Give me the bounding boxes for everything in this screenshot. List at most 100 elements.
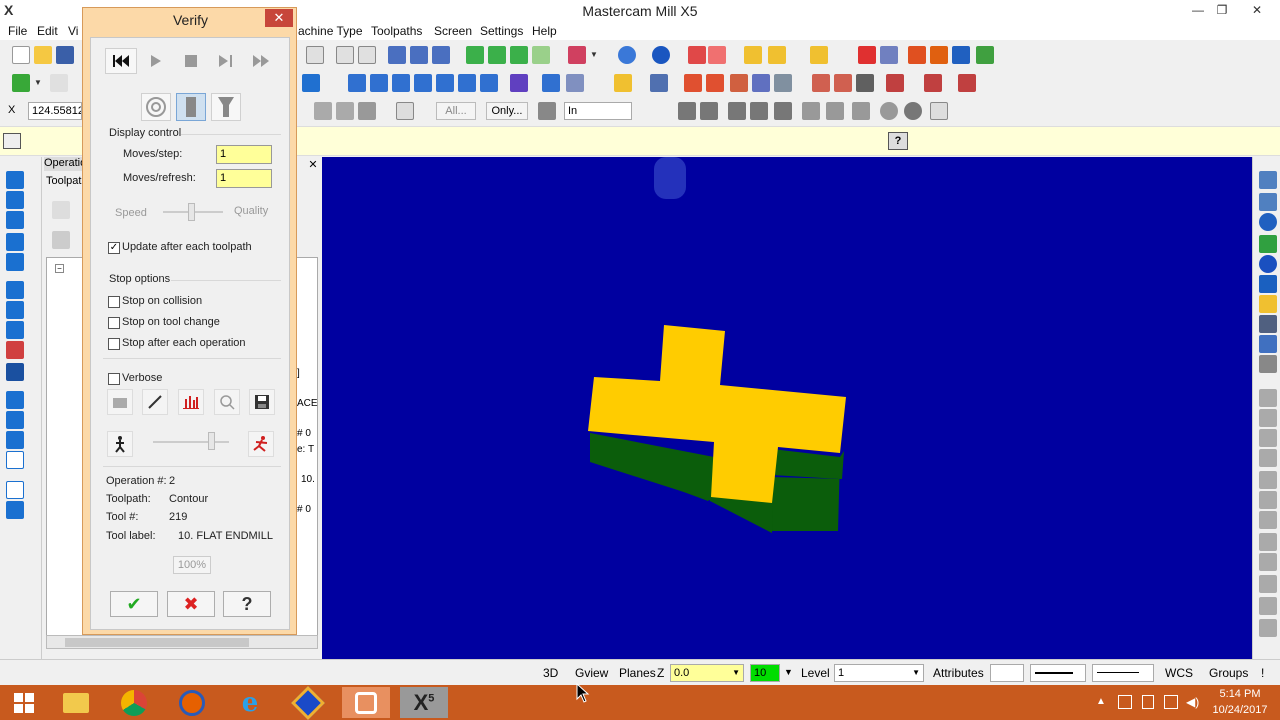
zoom-window-icon[interactable]	[306, 46, 324, 64]
sketch-icon[interactable]	[834, 74, 852, 92]
dialog-close-button[interactable]: ✕	[265, 9, 293, 27]
edge-select-icon[interactable]	[750, 102, 768, 120]
z-depth-input[interactable]: 0.0 ▼	[670, 664, 744, 682]
translate-icon[interactable]	[436, 74, 454, 92]
analyze-icon[interactable]	[810, 46, 828, 64]
windows-start-icon[interactable]	[0, 687, 48, 718]
operations-manager-icon[interactable]	[6, 451, 24, 469]
tool-settings-button[interactable]	[142, 389, 168, 415]
shape-h-icon[interactable]	[1259, 533, 1277, 551]
tool-mode-button[interactable]	[211, 93, 241, 121]
ok-button[interactable]: ✔	[110, 591, 158, 617]
point-style-select[interactable]	[990, 664, 1024, 682]
help-icon[interactable]	[396, 102, 414, 120]
tray-chevron-icon[interactable]: ▲	[1096, 696, 1106, 707]
vertex-select-icon[interactable]	[802, 102, 820, 120]
translucent-icon[interactable]	[532, 46, 550, 64]
file-explorer-icon[interactable]	[52, 687, 100, 718]
close-window-button[interactable]: ✕	[1234, 0, 1280, 20]
zoom-out-icon[interactable]	[358, 46, 376, 64]
step-forward-button[interactable]	[210, 48, 242, 74]
chart-button[interactable]	[178, 389, 204, 415]
stop-collision-checkbox[interactable]	[108, 296, 120, 308]
grid-icon[interactable]	[880, 46, 898, 64]
select-all-ops-icon[interactable]	[52, 201, 70, 219]
tab-operations[interactable]: Operatio	[44, 157, 84, 171]
mastercam-alt-icon[interactable]	[284, 685, 332, 720]
moves-refresh-input[interactable]: 1	[216, 169, 272, 188]
question-arrow-icon[interactable]	[858, 46, 876, 64]
wireframe-icon[interactable]	[488, 46, 506, 64]
selection-type-select[interactable]: In	[564, 102, 632, 120]
shape-c-icon[interactable]	[1259, 429, 1277, 447]
selection-help-icon[interactable]	[930, 102, 948, 120]
drill-icon[interactable]	[6, 211, 24, 229]
internet-explorer-icon[interactable]: e	[226, 687, 274, 718]
tree-expander[interactable]: −	[55, 264, 64, 273]
mastercam-x5-taskbar-icon[interactable]: X5	[400, 687, 448, 718]
contour-icon[interactable]	[6, 191, 24, 209]
view-top-icon[interactable]	[388, 46, 406, 64]
list-icon[interactable]	[706, 74, 724, 92]
render-icon[interactable]	[908, 46, 926, 64]
trim-toolpath-icon[interactable]	[6, 341, 24, 359]
pencil-icon[interactable]	[744, 46, 762, 64]
ribbon-toggle-icon[interactable]	[3, 133, 21, 149]
join-icon[interactable]	[566, 74, 584, 92]
loop-select-icon[interactable]	[826, 102, 844, 120]
material-icon[interactable]	[930, 46, 948, 64]
chevron-down-icon[interactable]: ▼	[912, 665, 920, 681]
verbose-checkbox[interactable]	[108, 373, 120, 385]
solid-select-icon[interactable]	[700, 102, 718, 120]
sphere-icon[interactable]	[652, 46, 670, 64]
gview-button[interactable]: Gview	[570, 664, 613, 682]
clock-date[interactable]: 10/24/2017	[1210, 704, 1270, 716]
select-only-button[interactable]: Only...	[486, 102, 528, 120]
menu-edit[interactable]: Edit	[37, 24, 58, 38]
help-button[interactable]: ?	[223, 591, 271, 617]
chevron-down-icon[interactable]: ▼	[34, 78, 42, 87]
measure-button[interactable]	[214, 389, 240, 415]
chevron-down-icon[interactable]: ▼	[732, 665, 740, 681]
shape-g-icon[interactable]	[1259, 511, 1277, 529]
panel-close-icon[interactable]: ✕	[306, 158, 320, 172]
table-icon[interactable]	[684, 74, 702, 92]
prompt-help-icon[interactable]: ?	[888, 132, 908, 150]
body-select-icon[interactable]	[774, 102, 792, 120]
speed-quality-slider-thumb[interactable]	[188, 203, 195, 221]
sphere-right-icon[interactable]	[1259, 255, 1277, 273]
level-select[interactable]: 1 ▼	[834, 664, 924, 682]
delete-icon[interactable]	[886, 74, 904, 92]
tool-manager-icon[interactable]	[6, 431, 24, 449]
view-3d-button[interactable]: 3D	[538, 664, 563, 682]
pencil-right-icon[interactable]	[1259, 295, 1277, 313]
note-icon[interactable]	[752, 74, 770, 92]
menu-settings[interactable]: Settings	[480, 24, 523, 38]
rotate-icon[interactable]	[370, 74, 388, 92]
facing-icon[interactable]	[6, 253, 24, 271]
wcs-button[interactable]: WCS	[1160, 664, 1198, 682]
face-select-icon[interactable]	[728, 102, 746, 120]
graphics-viewport[interactable]	[322, 157, 1252, 659]
stretch-icon[interactable]	[458, 74, 476, 92]
line-style-select[interactable]	[1030, 664, 1086, 682]
moves-step-input[interactable]: 1	[216, 145, 272, 164]
clear-selection-icon[interactable]	[880, 102, 898, 120]
shape-e-icon[interactable]	[1259, 471, 1277, 489]
line-width-select[interactable]	[1092, 664, 1154, 682]
shape-a-icon[interactable]	[1259, 389, 1277, 407]
new-file-icon[interactable]	[12, 46, 30, 64]
fast-forward-button[interactable]	[245, 48, 277, 74]
maximize-button[interactable]: ❐	[1208, 0, 1236, 20]
dimension-icon[interactable]	[730, 74, 748, 92]
offset-icon[interactable]	[414, 74, 432, 92]
scale-icon[interactable]	[392, 74, 410, 92]
break-icon[interactable]	[542, 74, 560, 92]
undo-icon[interactable]	[1259, 355, 1277, 373]
menu-toolpaths[interactable]: Toolpaths	[371, 24, 422, 38]
hatch-icon[interactable]	[774, 74, 792, 92]
scrollbar-thumb[interactable]	[65, 638, 249, 647]
tab-toolpaths[interactable]: Toolpat	[46, 175, 84, 191]
export-icon[interactable]	[976, 46, 994, 64]
add-point-icon[interactable]	[12, 74, 30, 92]
